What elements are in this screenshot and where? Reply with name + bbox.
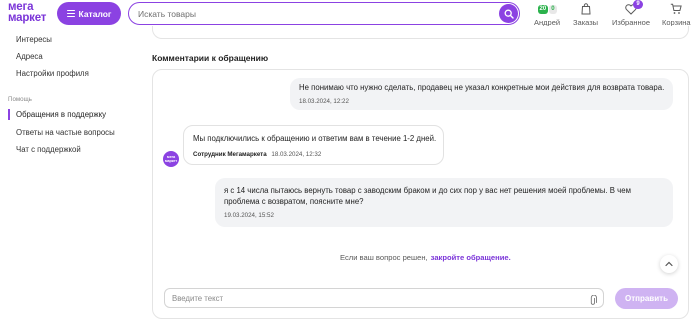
agent-avatar: мега маркет xyxy=(163,151,179,167)
sidebar-item-support-requests[interactable]: Обращения в поддержку xyxy=(8,109,106,120)
paperclip-icon[interactable] xyxy=(589,293,597,311)
message-time: 19.03.2024, 15:52 xyxy=(224,212,274,219)
catalog-button[interactable]: Каталог xyxy=(57,2,121,25)
sidebar-item-faq[interactable]: Ответы на частые вопросы xyxy=(16,128,115,137)
profile-sidebar: Интересы Адреса Настройки профиля Помощь… xyxy=(0,30,140,324)
user-message: Не понимаю что нужно сделать, продавец н… xyxy=(290,78,673,110)
logo-line2: маркет xyxy=(8,12,47,24)
search-bar xyxy=(128,2,520,25)
profile-bonus-icon: 20 0 xyxy=(537,2,557,16)
chevron-up-icon xyxy=(665,261,673,267)
search-icon xyxy=(504,9,514,19)
bonus-gray-badge: 0 xyxy=(549,4,557,14)
message-text-line2: проблема с возвратом, поясните мне? xyxy=(224,197,364,206)
megamarket-logo[interactable]: мега маркет xyxy=(8,1,54,24)
message-text-line1: я с 14 числа пытаюсь вернуть товар с зав… xyxy=(224,186,631,195)
bag-icon xyxy=(580,2,591,16)
sidebar-item-addresses[interactable]: Адреса xyxy=(16,52,43,61)
heart-icon: 9 xyxy=(625,0,643,16)
message-meta: Сотрудник Мегамаркета 18.03.2024, 12:32 xyxy=(193,151,321,158)
user-message: я с 14 числа пытаюсь вернуть товар с зав… xyxy=(215,178,673,227)
scroll-up-button[interactable] xyxy=(660,255,678,273)
sidebar-section-help: Помощь xyxy=(8,96,32,103)
sidebar-item-profile-settings[interactable]: Настройки профиля xyxy=(16,69,89,78)
message-field xyxy=(164,288,604,308)
send-button[interactable]: Отправить xyxy=(615,288,678,309)
nav-cart[interactable]: Корзина xyxy=(662,2,691,27)
catalog-label: Каталог xyxy=(78,8,112,19)
search-input[interactable] xyxy=(138,6,488,21)
message-input[interactable] xyxy=(172,292,572,305)
nav-orders[interactable]: Заказы xyxy=(573,2,598,27)
request-card-edge xyxy=(152,26,689,39)
agent-message: Мы подключились к обращению и ответим ва… xyxy=(183,125,444,165)
sidebar-item-support-chat[interactable]: Чат с поддержкой xyxy=(16,145,81,154)
nav-favorites[interactable]: 9 Избранное xyxy=(612,0,650,27)
sidebar-item-interests[interactable]: Интересы xyxy=(16,35,52,44)
burger-menu-icon xyxy=(66,10,75,17)
cart-icon xyxy=(670,2,683,16)
message-text: Не понимаю что нужно сделать, продавец н… xyxy=(299,83,665,92)
resolve-hint: Если ваш вопрос решен, закройте обращение… xyxy=(340,253,511,262)
nav-profile[interactable]: 20 0 Андрей xyxy=(534,2,560,27)
message-time: 18.03.2024, 12:22 xyxy=(299,98,349,105)
comments-section-title: Комментарии к обращению xyxy=(152,53,269,63)
resolve-text: Если ваш вопрос решен, xyxy=(340,253,428,262)
favorites-count-badge: 9 xyxy=(633,0,643,9)
search-button[interactable] xyxy=(499,4,518,23)
message-time: 18.03.2024, 12:32 xyxy=(271,151,322,158)
message-author: Сотрудник Мегамаркета xyxy=(193,151,267,158)
message-text: Мы подключились к обращению и ответим ва… xyxy=(193,134,437,143)
bonus-green-badge: 20 xyxy=(537,4,549,14)
close-request-link[interactable]: закройте обращение. xyxy=(431,253,511,262)
